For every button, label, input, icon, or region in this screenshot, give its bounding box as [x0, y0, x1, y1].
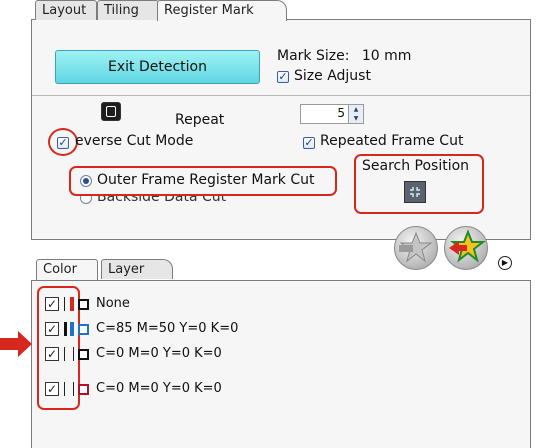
row-red-bracket-icon	[64, 382, 68, 396]
outer-frame-radio[interactable]	[80, 175, 92, 187]
search-position-button[interactable]	[404, 181, 426, 203]
red-arrow-icon	[0, 331, 32, 357]
star-add-icon[interactable]	[444, 226, 488, 270]
row-red-bracket-close-icon	[70, 382, 74, 396]
row-white-label: C=0 M=0 Y=0 K=0	[96, 346, 222, 361]
mark-size-value: 10 mm	[361, 48, 412, 64]
panel-menu-icon[interactable]: ▶	[498, 256, 512, 270]
exit-detection-button[interactable]: Exit Detection	[55, 50, 260, 84]
tab-layer[interactable]: Layer	[101, 259, 173, 279]
row-none-mark-icon	[70, 297, 74, 311]
row-white-bracket-icon	[64, 347, 68, 361]
row-red-checkbox[interactable]: ✓	[45, 382, 59, 396]
reverse-cut-icon	[101, 102, 121, 121]
repeat-stepper[interactable]: 5 ▲ ▼	[300, 104, 364, 124]
mark-size-label: Mark Size: 10 mm	[277, 48, 411, 64]
repeated-frame-cut-label: Repeated Frame Cut	[320, 133, 464, 149]
tab-layout-label: Layout	[42, 3, 87, 18]
backside-row: Backside Data Cut	[78, 196, 298, 205]
search-position-label: Search Position	[362, 158, 470, 174]
row-white-checkbox[interactable]: ✓	[45, 347, 59, 361]
tab-tiling[interactable]: Tiling	[97, 0, 159, 20]
row-cyan-label: C=85 M=50 Y=0 K=0	[96, 321, 239, 336]
gold-star-icon	[449, 229, 486, 263]
reverse-cut-highlight	[48, 128, 78, 156]
repeat-label: Repeat	[175, 112, 225, 128]
tab-color-label: Color	[43, 262, 77, 277]
size-adjust-checkbox[interactable]: ✓	[277, 71, 289, 83]
crosshair-frame-icon	[410, 187, 420, 197]
row-none-label: None	[96, 296, 130, 311]
row-none-bracket-icon	[64, 297, 68, 311]
mark-size-caption: Mark Size:	[277, 48, 350, 64]
repeated-frame-cut-checkbox[interactable]: ✓	[303, 137, 315, 149]
row-cyan-bar-icon	[64, 322, 67, 336]
row-red-swatch-icon	[78, 384, 89, 395]
row-red-label: C=0 M=0 Y=0 K=0	[96, 381, 222, 396]
row-none-checkbox[interactable]: ✓	[45, 297, 59, 311]
backside-label: Backside Data Cut	[97, 196, 227, 205]
repeat-spin-buttons[interactable]: ▲ ▼	[348, 105, 363, 123]
row-none-swatch-icon	[78, 299, 89, 310]
tab-color[interactable]: Color	[36, 259, 98, 280]
section-divider	[32, 95, 530, 96]
reverse-cut-label: everse Cut Mode	[75, 133, 194, 149]
tab-layer-label: Layer	[108, 262, 145, 277]
row-white-bracket-close-icon	[70, 347, 74, 361]
row-white-swatch-icon	[78, 349, 89, 360]
grey-star-icon	[399, 231, 433, 263]
size-adjust-label: Size Adjust	[294, 68, 371, 84]
row-cyan-mark-icon	[70, 322, 74, 336]
row-cyan-checkbox[interactable]: ✓	[45, 322, 59, 336]
lower-tab-divider	[31, 280, 531, 281]
repeat-value: 5	[337, 106, 345, 120]
star-remove-icon[interactable]	[394, 226, 438, 270]
tab-layout[interactable]: Layout	[35, 0, 97, 20]
tab-tiling-label: Tiling	[104, 3, 139, 18]
tab-register-mark-label: Register Mark	[164, 3, 254, 18]
row-cyan-swatch-icon	[78, 324, 89, 335]
tab-register-mark[interactable]: Register Mark	[157, 0, 287, 21]
backside-radio[interactable]	[80, 196, 92, 204]
outer-frame-label: Outer Frame Register Mark Cut	[97, 172, 315, 188]
